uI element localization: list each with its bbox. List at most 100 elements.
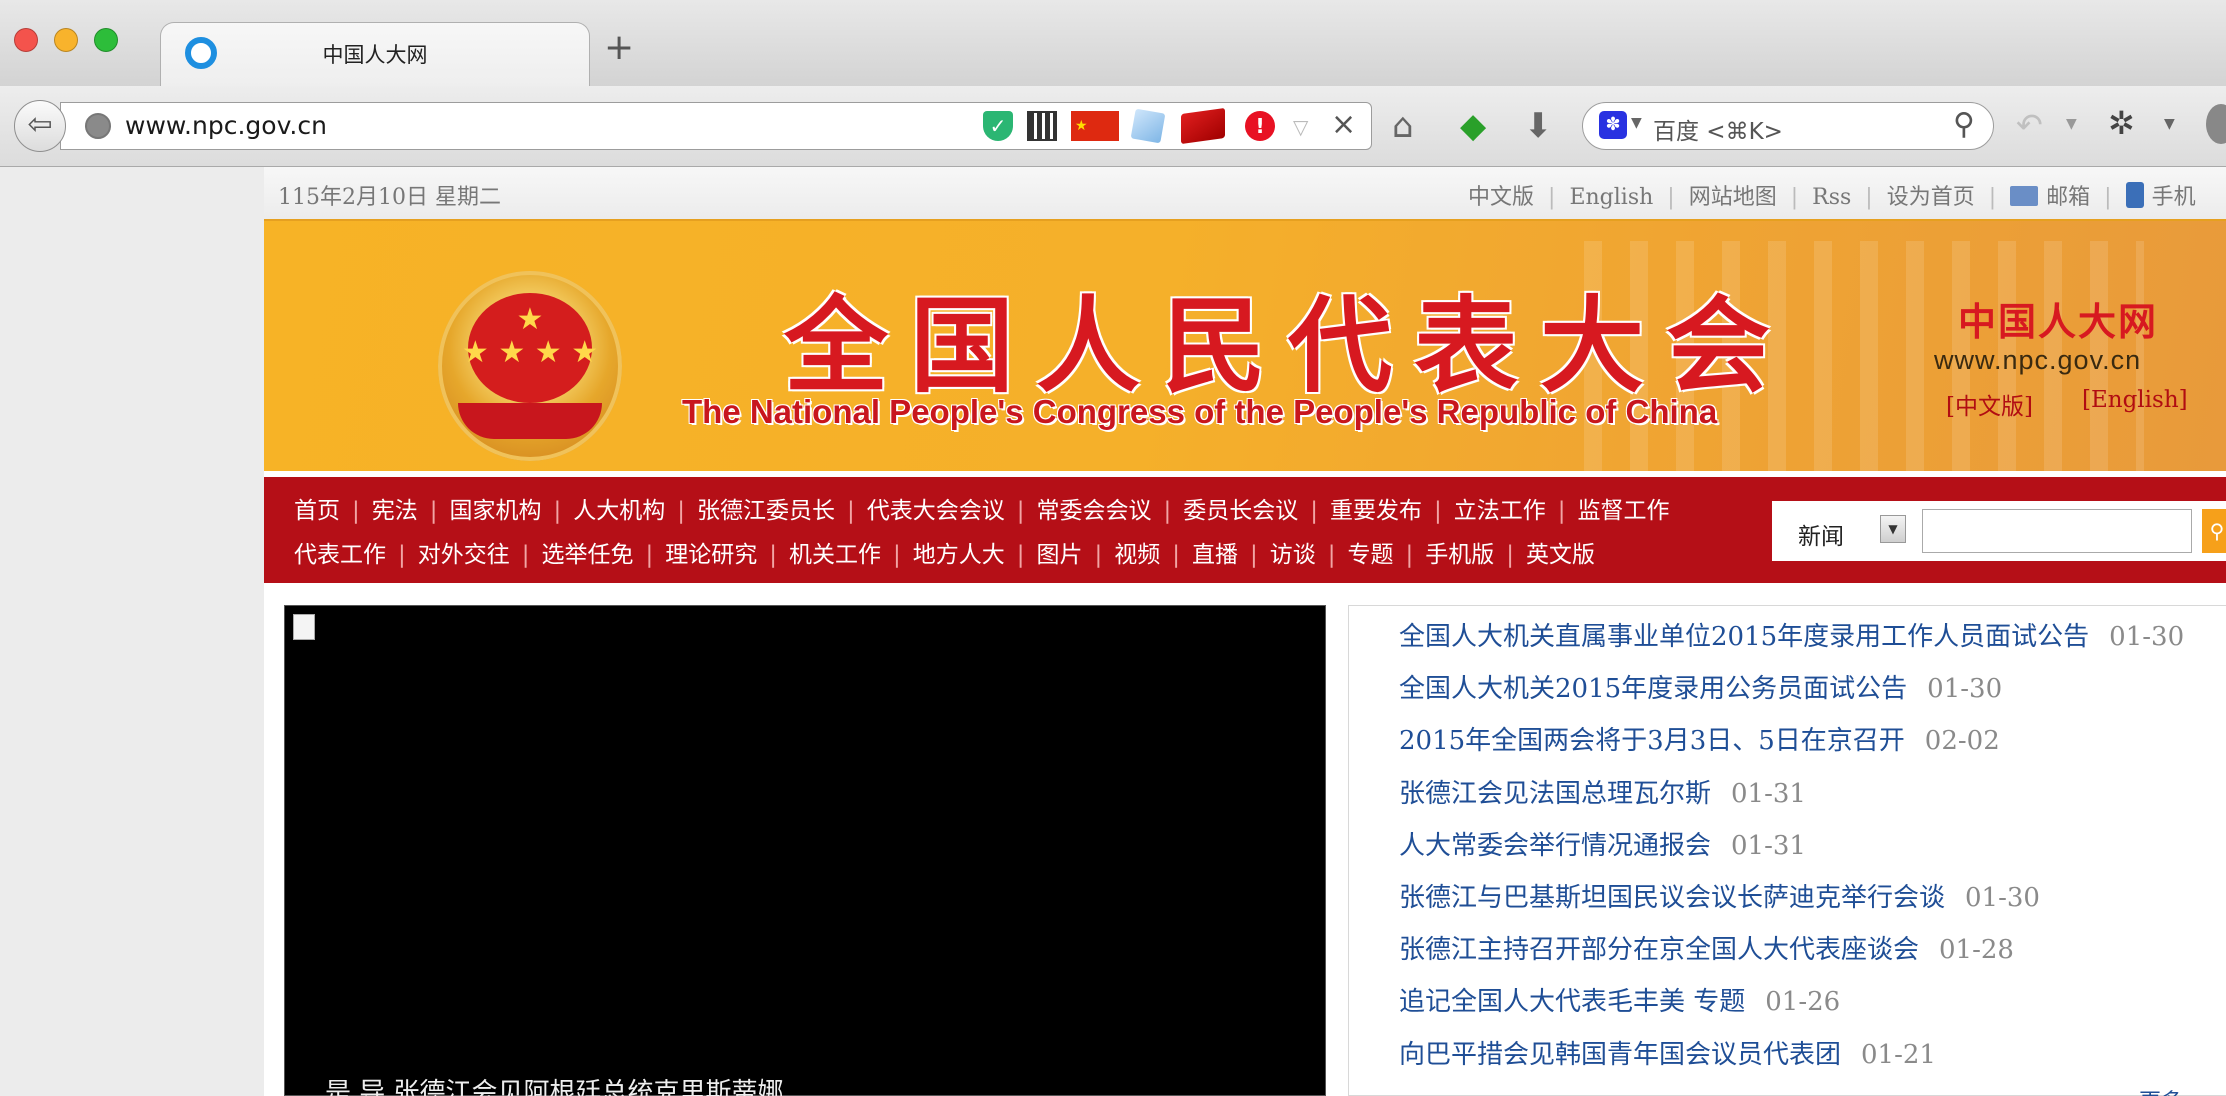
nav-item-elections[interactable]: 选举任免 [542,535,634,569]
chevron-down-icon[interactable]: ▼ [1631,115,1642,131]
nav-item-chairman-council[interactable]: 委员长会议 [1183,491,1298,525]
browser-search-box[interactable]: ✽ ▼ 百度 <⌘K> ⚲ [1582,102,1994,150]
nav-item-interviews[interactable]: 访谈 [1270,535,1316,569]
nav-item-state-organs[interactable]: 国家机构 [450,491,542,525]
news-item[interactable]: 张德江与巴基斯坦国民议会议长萨迪克举行会谈 01-30 [1399,877,2040,914]
nav-item-constitution[interactable]: 宪法 [372,491,418,525]
nav-item-npc-organs[interactable]: 人大机构 [573,491,665,525]
chevron-down-icon[interactable]: ▼ [2164,116,2175,132]
news-item[interactable]: 张德江会见法国总理瓦尔斯 01-31 [1399,773,1806,810]
search-category-select[interactable]: 新闻 [1798,517,1844,551]
page-viewport: 115年2月10日 星期二 中文版 | English | 网站地图 | Rss | 设为首页 |… [0,167,2226,1096]
news-title-link[interactable]: 全国人大机关直属事业单位2015年度录用工作人员面试公告 [1399,622,2089,652]
user-icon[interactable] [2206,104,2226,144]
nav-item-topics[interactable]: 专题 [1348,535,1394,569]
utility-bar: 115年2月10日 星期二 中文版 | English | 网站地图 | Rss | 设为首页 |… [264,167,2226,221]
banner-english-version-link[interactable]: [English] [2082,387,2188,413]
banner-site-name: 中国人大网 [1958,299,2159,344]
nav-item-pictures[interactable]: 图片 [1037,535,1083,569]
news-title-link[interactable]: 全国人大机关2015年度录用公务员面试公告 [1399,674,1907,704]
nav-item-agency-work[interactable]: 机关工作 [789,535,881,569]
news-item[interactable]: 人大常委会举行情况通报会 01-31 [1399,825,1806,862]
nav-item-video[interactable]: 视频 [1114,535,1160,569]
news-title-link[interactable]: 张德江主持召开部分在京全国人大代表座谈会 [1399,935,1919,965]
util-link-sitemap[interactable]: 网站地图 [1689,179,1777,211]
nav-item-deputies[interactable]: 代表工作 [294,535,386,569]
util-link-rss[interactable]: Rss [1812,185,1851,210]
nav-item-live[interactable]: 直播 [1192,535,1238,569]
alert-icon[interactable]: ! [1245,111,1275,141]
news-item[interactable]: 追记全国人大代表毛丰美 专题 01-26 [1399,981,1840,1018]
home-icon[interactable]: ⌂ [1392,106,1414,146]
search-input[interactable]: 百度 <⌘K> [1653,112,1783,146]
dropdown-triangle-icon[interactable]: ▽ [1293,115,1308,139]
bug-icon[interactable]: ✲ [2108,104,2135,142]
more-news-link[interactable]: 更多>> [2139,1084,2220,1096]
util-link-english[interactable]: English [1569,185,1653,210]
baidu-paw-icon[interactable]: ✽ [1599,111,1627,139]
nav-item-legislation[interactable]: 立法工作 [1454,491,1546,525]
separator: | [1094,542,1103,568]
news-title-link[interactable]: 2015年全国两会将于3月3日、5日在京召开 [1399,726,1905,756]
news-title-link[interactable]: 张德江与巴基斯坦国民议会议长萨迪克举行会谈 [1399,883,1945,913]
nav-item-english[interactable]: 英文版 [1526,535,1595,569]
qr-code-icon[interactable] [1027,111,1057,141]
nav-item-home[interactable]: 首页 [294,491,340,525]
video-player[interactable]: 是 导 张德江会见阿根廷总统克里斯蒂娜 [284,605,1326,1096]
separator: | [2104,185,2112,210]
date-text: 115年2月10日 星期二 [278,185,501,210]
browser-tab[interactable]: 中国人大网 [160,22,590,88]
window-close-button[interactable] [14,28,38,52]
separator: | [1434,498,1442,524]
undo-icon[interactable]: ↶ [2016,106,2043,144]
red-flags-icon[interactable] [1181,107,1225,145]
nav-item-supervision[interactable]: 监督工作 [1578,491,1670,525]
frog-icon[interactable]: ◆ [1460,106,1486,146]
site-search-panel: 新闻 ▼ ⚲ [1772,501,2226,561]
news-title-link[interactable]: 人大常委会举行情况通报会 [1399,831,1711,861]
site-search-button[interactable]: ⚲ [2202,509,2226,553]
url-text[interactable]: www.npc.gov.cn [125,111,327,140]
dropdown-arrow-icon[interactable]: ▼ [1880,515,1906,543]
nav-item-chairman[interactable]: 张德江委员长 [697,491,835,525]
nav-item-announcements[interactable]: 重要发布 [1330,491,1422,525]
news-item[interactable]: 全国人大机关2015年度录用公务员面试公告 01-30 [1399,668,2002,705]
new-tab-button[interactable]: + [604,30,634,66]
china-flag-icon[interactable]: ★ [1071,111,1119,141]
nav-item-foreign-affairs[interactable]: 对外交往 [418,535,510,569]
search-icon[interactable]: ⚲ [1953,107,1975,142]
nav-item-theory[interactable]: 理论研究 [665,535,757,569]
separator: | [677,498,685,524]
nav-item-local-congress[interactable]: 地方人大 [913,535,1005,569]
close-icon[interactable]: × [1331,107,1356,142]
nav-item-standing-committee[interactable]: 常委会会议 [1037,491,1152,525]
window-zoom-button[interactable] [94,28,118,52]
separator: | [1557,498,1566,524]
news-title-link[interactable]: 向巴平措会见韩国青年国会议员代表团 [1399,1040,1841,1070]
globe-icon[interactable] [85,113,111,139]
nav-item-mobile[interactable]: 手机版 [1425,535,1494,569]
address-bar[interactable]: www.npc.gov.cn ✓ ★ ! ▽ × [60,102,1372,150]
site-search-input[interactable] [1922,509,2192,553]
news-item[interactable]: 全国人大机关直属事业单位2015年度录用工作人员面试公告 01-30 [1399,616,2184,653]
chevron-down-icon[interactable]: ▼ [2066,116,2077,132]
news-item[interactable]: 2015年全国两会将于3月3日、5日在京召开 02-02 [1399,720,2000,757]
news-title-link[interactable]: 张德江会见法国总理瓦尔斯 [1399,779,1711,809]
nav-item-congress-sessions[interactable]: 代表大会会议 [867,491,1005,525]
news-title-link[interactable]: 追记全国人大代表毛丰美 专题 [1399,987,1745,1017]
news-item[interactable]: 张德江主持召开部分在京全国人大代表座谈会 01-28 [1399,929,2014,966]
news-date: 02-02 [1924,726,2000,757]
back-button[interactable]: ⇦ [14,100,66,152]
news-item[interactable]: 向巴平措会见韩国青年国会议员代表团 01-21 [1399,1034,1936,1071]
separator: | [1016,498,1025,524]
util-link-set-homepage[interactable]: 设为首页 [1887,179,1975,211]
banner-chinese-version-link[interactable]: [中文版] [1946,387,2033,421]
cube-icon[interactable] [1130,108,1166,144]
util-link-mail[interactable]: 邮箱 [2046,179,2090,211]
shield-check-icon[interactable]: ✓ [983,111,1013,141]
window-minimize-button[interactable] [54,28,78,52]
download-icon[interactable]: ⬇ [1524,106,1553,146]
util-link-chinese[interactable]: 中文版 [1468,179,1534,211]
util-link-mobile[interactable]: 手机 [2152,179,2196,211]
nav-row-secondary: 代表工作 | 对外交往 | 选举任免 | 理论研究 | 机关工作 | 地方人大 | 图片 | 视频 | 直播 | 访… [294,535,1595,569]
